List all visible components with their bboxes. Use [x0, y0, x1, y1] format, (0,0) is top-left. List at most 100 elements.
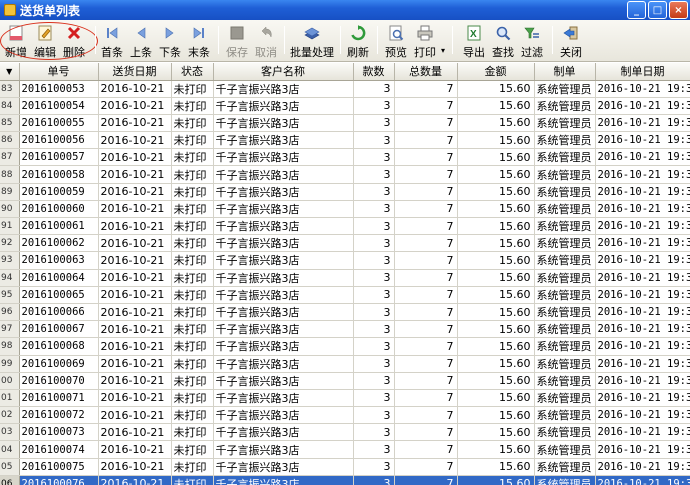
row-indicator[interactable]: 89 [0, 183, 20, 201]
minimize-button[interactable]: _ [627, 1, 646, 19]
table-cell[interactable]: 2016-10-21 [98, 286, 172, 304]
table-cell[interactable]: 7 [394, 114, 458, 133]
table-cell[interactable]: 2016100074 [19, 440, 99, 459]
table-cell[interactable]: 7 [394, 406, 458, 425]
print-button[interactable]: 打印 [412, 22, 438, 60]
table-cell[interactable]: 2016-10-21 [98, 234, 172, 253]
table-cell[interactable]: 千子言振兴路3店 [213, 251, 354, 270]
table-cell[interactable]: 3 [353, 303, 395, 322]
table-cell[interactable]: 2016-10-21 19:37:33 [595, 217, 690, 236]
table-cell[interactable]: 千子言振兴路3店 [213, 440, 354, 459]
filter-button[interactable]: 过滤 [519, 22, 545, 60]
table-cell[interactable]: 7 [394, 269, 458, 287]
table-cell[interactable]: 2016100068 [19, 337, 99, 356]
table-cell[interactable]: 千子言振兴路3店 [213, 355, 354, 373]
export-button[interactable]: X 导出 [461, 22, 487, 60]
table-cell[interactable]: 2016-10-21 [98, 80, 172, 98]
table-row[interactable]: 88 2016100058 2016-10-21 未打印 千子言振兴路3店 3 7 15.60… [0, 165, 690, 184]
table-cell[interactable]: 7 [394, 131, 458, 150]
table-cell[interactable]: 2016-10-21 19:37:33 [595, 234, 690, 253]
table-cell[interactable]: 7 [394, 475, 458, 485]
table-cell[interactable]: 未打印 [171, 148, 214, 167]
table-cell[interactable]: 千子言振兴路3店 [213, 303, 354, 322]
row-indicator[interactable]: 01 [0, 389, 20, 408]
table-cell[interactable]: 2016-10-21 19:37:30 [595, 97, 690, 115]
table-cell[interactable]: 7 [394, 389, 458, 408]
table-cell[interactable]: 3 [353, 475, 395, 485]
table-cell[interactable]: 系统管理员 [534, 372, 596, 390]
table-cell[interactable]: 2016-10-21 19:37:37 [595, 389, 690, 408]
table-cell[interactable]: 15.60 [457, 234, 535, 253]
table-cell[interactable]: 15.60 [457, 200, 535, 219]
table-cell[interactable]: 未打印 [171, 97, 214, 115]
table-cell[interactable]: 15.60 [457, 303, 535, 322]
column-header[interactable]: 金额 [457, 63, 535, 81]
table-cell[interactable]: 千子言振兴路3店 [213, 423, 354, 442]
table-cell[interactable]: 15.60 [457, 475, 535, 485]
table-cell[interactable]: 2016-10-21 [98, 423, 172, 442]
table-row[interactable]: 01 2016100071 2016-10-21 未打印 千子言振兴路3店 3 7 15.60… [0, 389, 690, 408]
table-cell[interactable]: 千子言振兴路3店 [213, 320, 354, 339]
table-row[interactable]: 00 2016100070 2016-10-21 未打印 千子言振兴路3店 3 7 15.60… [0, 372, 690, 390]
table-cell[interactable]: 未打印 [171, 217, 214, 236]
table-cell[interactable]: 未打印 [171, 165, 214, 184]
table-cell[interactable]: 2016-10-21 [98, 372, 172, 390]
table-cell[interactable]: 千子言振兴路3店 [213, 286, 354, 304]
table-cell[interactable]: 千子言振兴路3店 [213, 475, 354, 485]
row-indicator[interactable]: 05 [0, 458, 20, 476]
row-indicator[interactable]: 99 [0, 355, 20, 373]
table-row[interactable]: 85 2016100055 2016-10-21 未打印 千子言振兴路3店 3 7 15.60… [0, 114, 690, 133]
table-cell[interactable]: 2016-10-21 [98, 458, 172, 476]
table-row[interactable]: 93 2016100063 2016-10-21 未打印 千子言振兴路3店 3 7 15.60… [0, 251, 690, 270]
table-cell[interactable]: 2016-10-21 [98, 440, 172, 459]
maximize-button[interactable]: □ [648, 1, 667, 19]
table-cell[interactable]: 系统管理员 [534, 251, 596, 270]
table-cell[interactable]: 7 [394, 423, 458, 442]
table-cell[interactable]: 千子言振兴路3店 [213, 406, 354, 425]
table-cell[interactable]: 7 [394, 97, 458, 115]
row-indicator[interactable]: 96 [0, 303, 20, 322]
delete-button[interactable]: 删除 [61, 22, 87, 60]
first-record-button[interactable]: 首条 [99, 22, 125, 60]
table-cell[interactable]: 2016-10-21 19:37:37 [595, 372, 690, 390]
table-cell[interactable]: 2016-10-21 [98, 303, 172, 322]
table-cell[interactable]: 15.60 [457, 183, 535, 201]
table-cell[interactable]: 2016-10-21 19:37:34 [595, 251, 690, 270]
table-cell[interactable]: 未打印 [171, 389, 214, 408]
table-cell[interactable]: 未打印 [171, 80, 214, 98]
table-cell[interactable]: 15.60 [457, 355, 535, 373]
preview-button[interactable]: 预览 [382, 22, 410, 60]
table-cell[interactable]: 系统管理员 [534, 406, 596, 425]
table-cell[interactable]: 2016100075 [19, 458, 99, 476]
table-cell[interactable]: 2016100071 [19, 389, 99, 408]
table-cell[interactable]: 2016100057 [19, 148, 99, 167]
table-cell[interactable]: 千子言振兴路3店 [213, 200, 354, 219]
corner-header[interactable]: ▼ [0, 63, 20, 81]
table-cell[interactable]: 2016-10-21 19:37:31 [595, 148, 690, 167]
refresh-button[interactable]: 刷新 [344, 22, 372, 60]
table-cell[interactable]: 15.60 [457, 165, 535, 184]
table-cell[interactable]: 2016-10-21 19:37:30 [595, 114, 690, 133]
row-indicator[interactable]: 02 [0, 406, 20, 425]
table-cell[interactable]: 千子言振兴路3店 [213, 148, 354, 167]
table-cell[interactable]: 系统管理员 [534, 217, 596, 236]
table-cell[interactable]: 2016100065 [19, 286, 99, 304]
table-cell[interactable]: 3 [353, 80, 395, 98]
table-cell[interactable]: 15.60 [457, 423, 535, 442]
table-cell[interactable]: 15.60 [457, 389, 535, 408]
table-row[interactable]: 98 2016100068 2016-10-21 未打印 千子言振兴路3店 3 7 15.60… [0, 337, 690, 356]
table-cell[interactable]: 3 [353, 372, 395, 390]
table-cell[interactable]: 千子言振兴路3店 [213, 217, 354, 236]
table-cell[interactable]: 系统管理员 [534, 475, 596, 485]
row-indicator[interactable]: 93 [0, 251, 20, 270]
table-cell[interactable]: 未打印 [171, 475, 214, 485]
row-indicator[interactable]: 84 [0, 97, 20, 115]
table-cell[interactable]: 2016100055 [19, 114, 99, 133]
table-cell[interactable]: 3 [353, 200, 395, 219]
table-cell[interactable]: 7 [394, 458, 458, 476]
table-cell[interactable]: 系统管理员 [534, 440, 596, 459]
table-cell[interactable]: 未打印 [171, 458, 214, 476]
row-indicator[interactable]: 87 [0, 148, 20, 167]
column-header[interactable]: 制单 [534, 63, 596, 81]
table-cell[interactable]: 系统管理员 [534, 183, 596, 201]
